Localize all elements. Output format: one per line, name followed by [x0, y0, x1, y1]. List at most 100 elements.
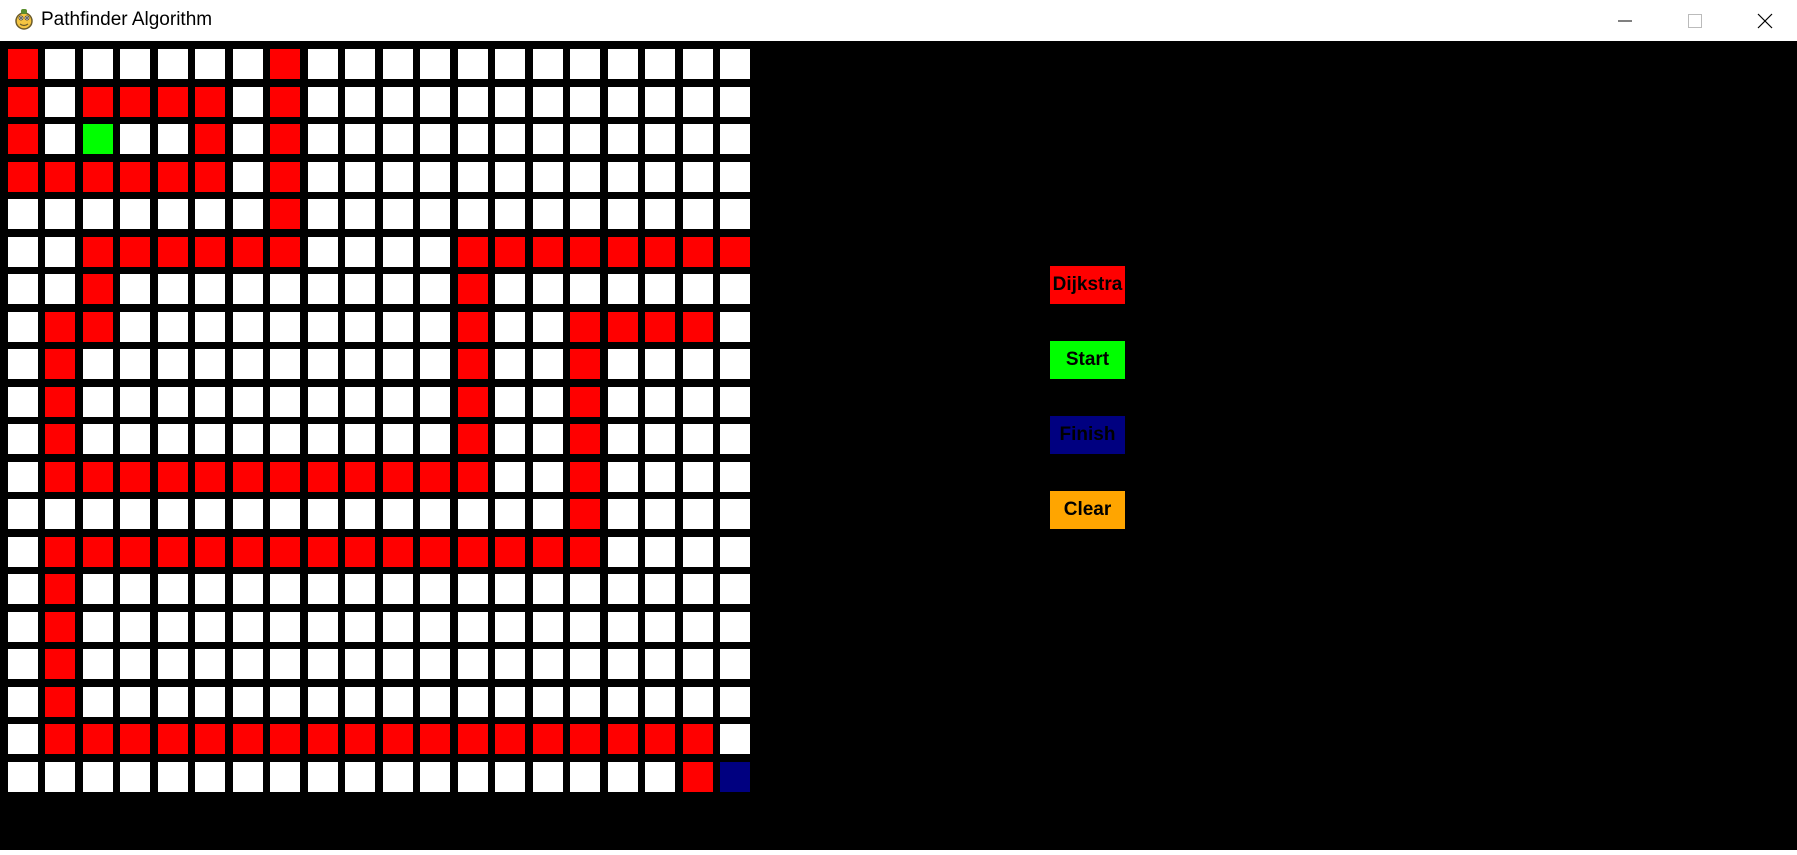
empty-cell[interactable]: [270, 311, 300, 342]
dijkstra-button[interactable]: Dijkstra: [1050, 266, 1125, 304]
empty-cell[interactable]: [495, 574, 525, 604]
empty-cell[interactable]: [120, 611, 150, 642]
empty-cell[interactable]: [382, 199, 413, 229]
empty-cell[interactable]: [270, 274, 300, 304]
wall-cell[interactable]: [457, 461, 488, 492]
wall-cell[interactable]: [307, 724, 338, 754]
empty-cell[interactable]: [382, 161, 413, 192]
empty-cell[interactable]: [120, 349, 150, 379]
empty-cell[interactable]: [457, 161, 488, 192]
wall-cell[interactable]: [45, 649, 75, 679]
empty-cell[interactable]: [645, 199, 675, 229]
wall-cell[interactable]: [307, 536, 338, 567]
empty-cell[interactable]: [157, 274, 188, 304]
empty-cell[interactable]: [532, 649, 563, 679]
empty-cell[interactable]: [495, 386, 525, 417]
empty-cell[interactable]: [607, 649, 638, 679]
wall-cell[interactable]: [382, 724, 413, 754]
wall-cell[interactable]: [570, 536, 600, 567]
empty-cell[interactable]: [345, 761, 375, 792]
wall-cell[interactable]: [382, 536, 413, 567]
empty-cell[interactable]: [270, 649, 300, 679]
empty-cell[interactable]: [307, 161, 338, 192]
empty-cell[interactable]: [307, 611, 338, 642]
finish-button[interactable]: Finish: [1050, 416, 1125, 454]
empty-cell[interactable]: [7, 236, 38, 267]
empty-cell[interactable]: [345, 349, 375, 379]
empty-cell[interactable]: [345, 311, 375, 342]
empty-cell[interactable]: [307, 199, 338, 229]
empty-cell[interactable]: [195, 649, 225, 679]
empty-cell[interactable]: [120, 686, 150, 717]
empty-cell[interactable]: [420, 161, 450, 192]
wall-cell[interactable]: [82, 724, 113, 754]
empty-cell[interactable]: [345, 611, 375, 642]
empty-cell[interactable]: [720, 199, 750, 229]
empty-cell[interactable]: [420, 86, 450, 117]
empty-cell[interactable]: [720, 536, 750, 567]
empty-cell[interactable]: [82, 499, 113, 529]
empty-cell[interactable]: [7, 499, 38, 529]
wall-cell[interactable]: [82, 536, 113, 567]
wall-cell[interactable]: [420, 461, 450, 492]
empty-cell[interactable]: [495, 124, 525, 154]
empty-cell[interactable]: [607, 161, 638, 192]
empty-cell[interactable]: [307, 761, 338, 792]
empty-cell[interactable]: [495, 349, 525, 379]
wall-cell[interactable]: [82, 311, 113, 342]
empty-cell[interactable]: [532, 274, 563, 304]
empty-cell[interactable]: [720, 86, 750, 117]
empty-cell[interactable]: [270, 686, 300, 717]
empty-cell[interactable]: [7, 349, 38, 379]
empty-cell[interactable]: [382, 499, 413, 529]
empty-cell[interactable]: [570, 649, 600, 679]
empty-cell[interactable]: [195, 349, 225, 379]
empty-cell[interactable]: [307, 574, 338, 604]
empty-cell[interactable]: [532, 161, 563, 192]
empty-cell[interactable]: [195, 274, 225, 304]
empty-cell[interactable]: [82, 611, 113, 642]
empty-cell[interactable]: [457, 499, 488, 529]
empty-cell[interactable]: [307, 424, 338, 454]
empty-cell[interactable]: [45, 274, 75, 304]
empty-cell[interactable]: [307, 649, 338, 679]
wall-cell[interactable]: [195, 86, 225, 117]
empty-cell[interactable]: [120, 199, 150, 229]
empty-cell[interactable]: [345, 424, 375, 454]
wall-cell[interactable]: [45, 611, 75, 642]
empty-cell[interactable]: [120, 499, 150, 529]
wall-cell[interactable]: [45, 574, 75, 604]
empty-cell[interactable]: [270, 761, 300, 792]
empty-cell[interactable]: [307, 349, 338, 379]
empty-cell[interactable]: [645, 274, 675, 304]
empty-cell[interactable]: [720, 386, 750, 417]
empty-cell[interactable]: [570, 274, 600, 304]
empty-cell[interactable]: [382, 236, 413, 267]
empty-cell[interactable]: [532, 686, 563, 717]
wall-cell[interactable]: [495, 536, 525, 567]
wall-cell[interactable]: [457, 311, 488, 342]
empty-cell[interactable]: [682, 199, 713, 229]
wall-cell[interactable]: [45, 461, 75, 492]
empty-cell[interactable]: [682, 386, 713, 417]
wall-cell[interactable]: [7, 86, 38, 117]
empty-cell[interactable]: [195, 49, 225, 79]
wall-cell[interactable]: [45, 424, 75, 454]
empty-cell[interactable]: [682, 574, 713, 604]
wall-cell[interactable]: [682, 724, 713, 754]
wall-cell[interactable]: [532, 724, 563, 754]
wall-cell[interactable]: [270, 536, 300, 567]
wall-cell[interactable]: [120, 724, 150, 754]
empty-cell[interactable]: [7, 461, 38, 492]
empty-cell[interactable]: [195, 499, 225, 529]
empty-cell[interactable]: [420, 686, 450, 717]
empty-cell[interactable]: [532, 349, 563, 379]
empty-cell[interactable]: [345, 574, 375, 604]
empty-cell[interactable]: [532, 461, 563, 492]
empty-cell[interactable]: [382, 761, 413, 792]
empty-cell[interactable]: [345, 124, 375, 154]
wall-cell[interactable]: [82, 236, 113, 267]
empty-cell[interactable]: [82, 386, 113, 417]
empty-cell[interactable]: [645, 124, 675, 154]
empty-cell[interactable]: [532, 124, 563, 154]
